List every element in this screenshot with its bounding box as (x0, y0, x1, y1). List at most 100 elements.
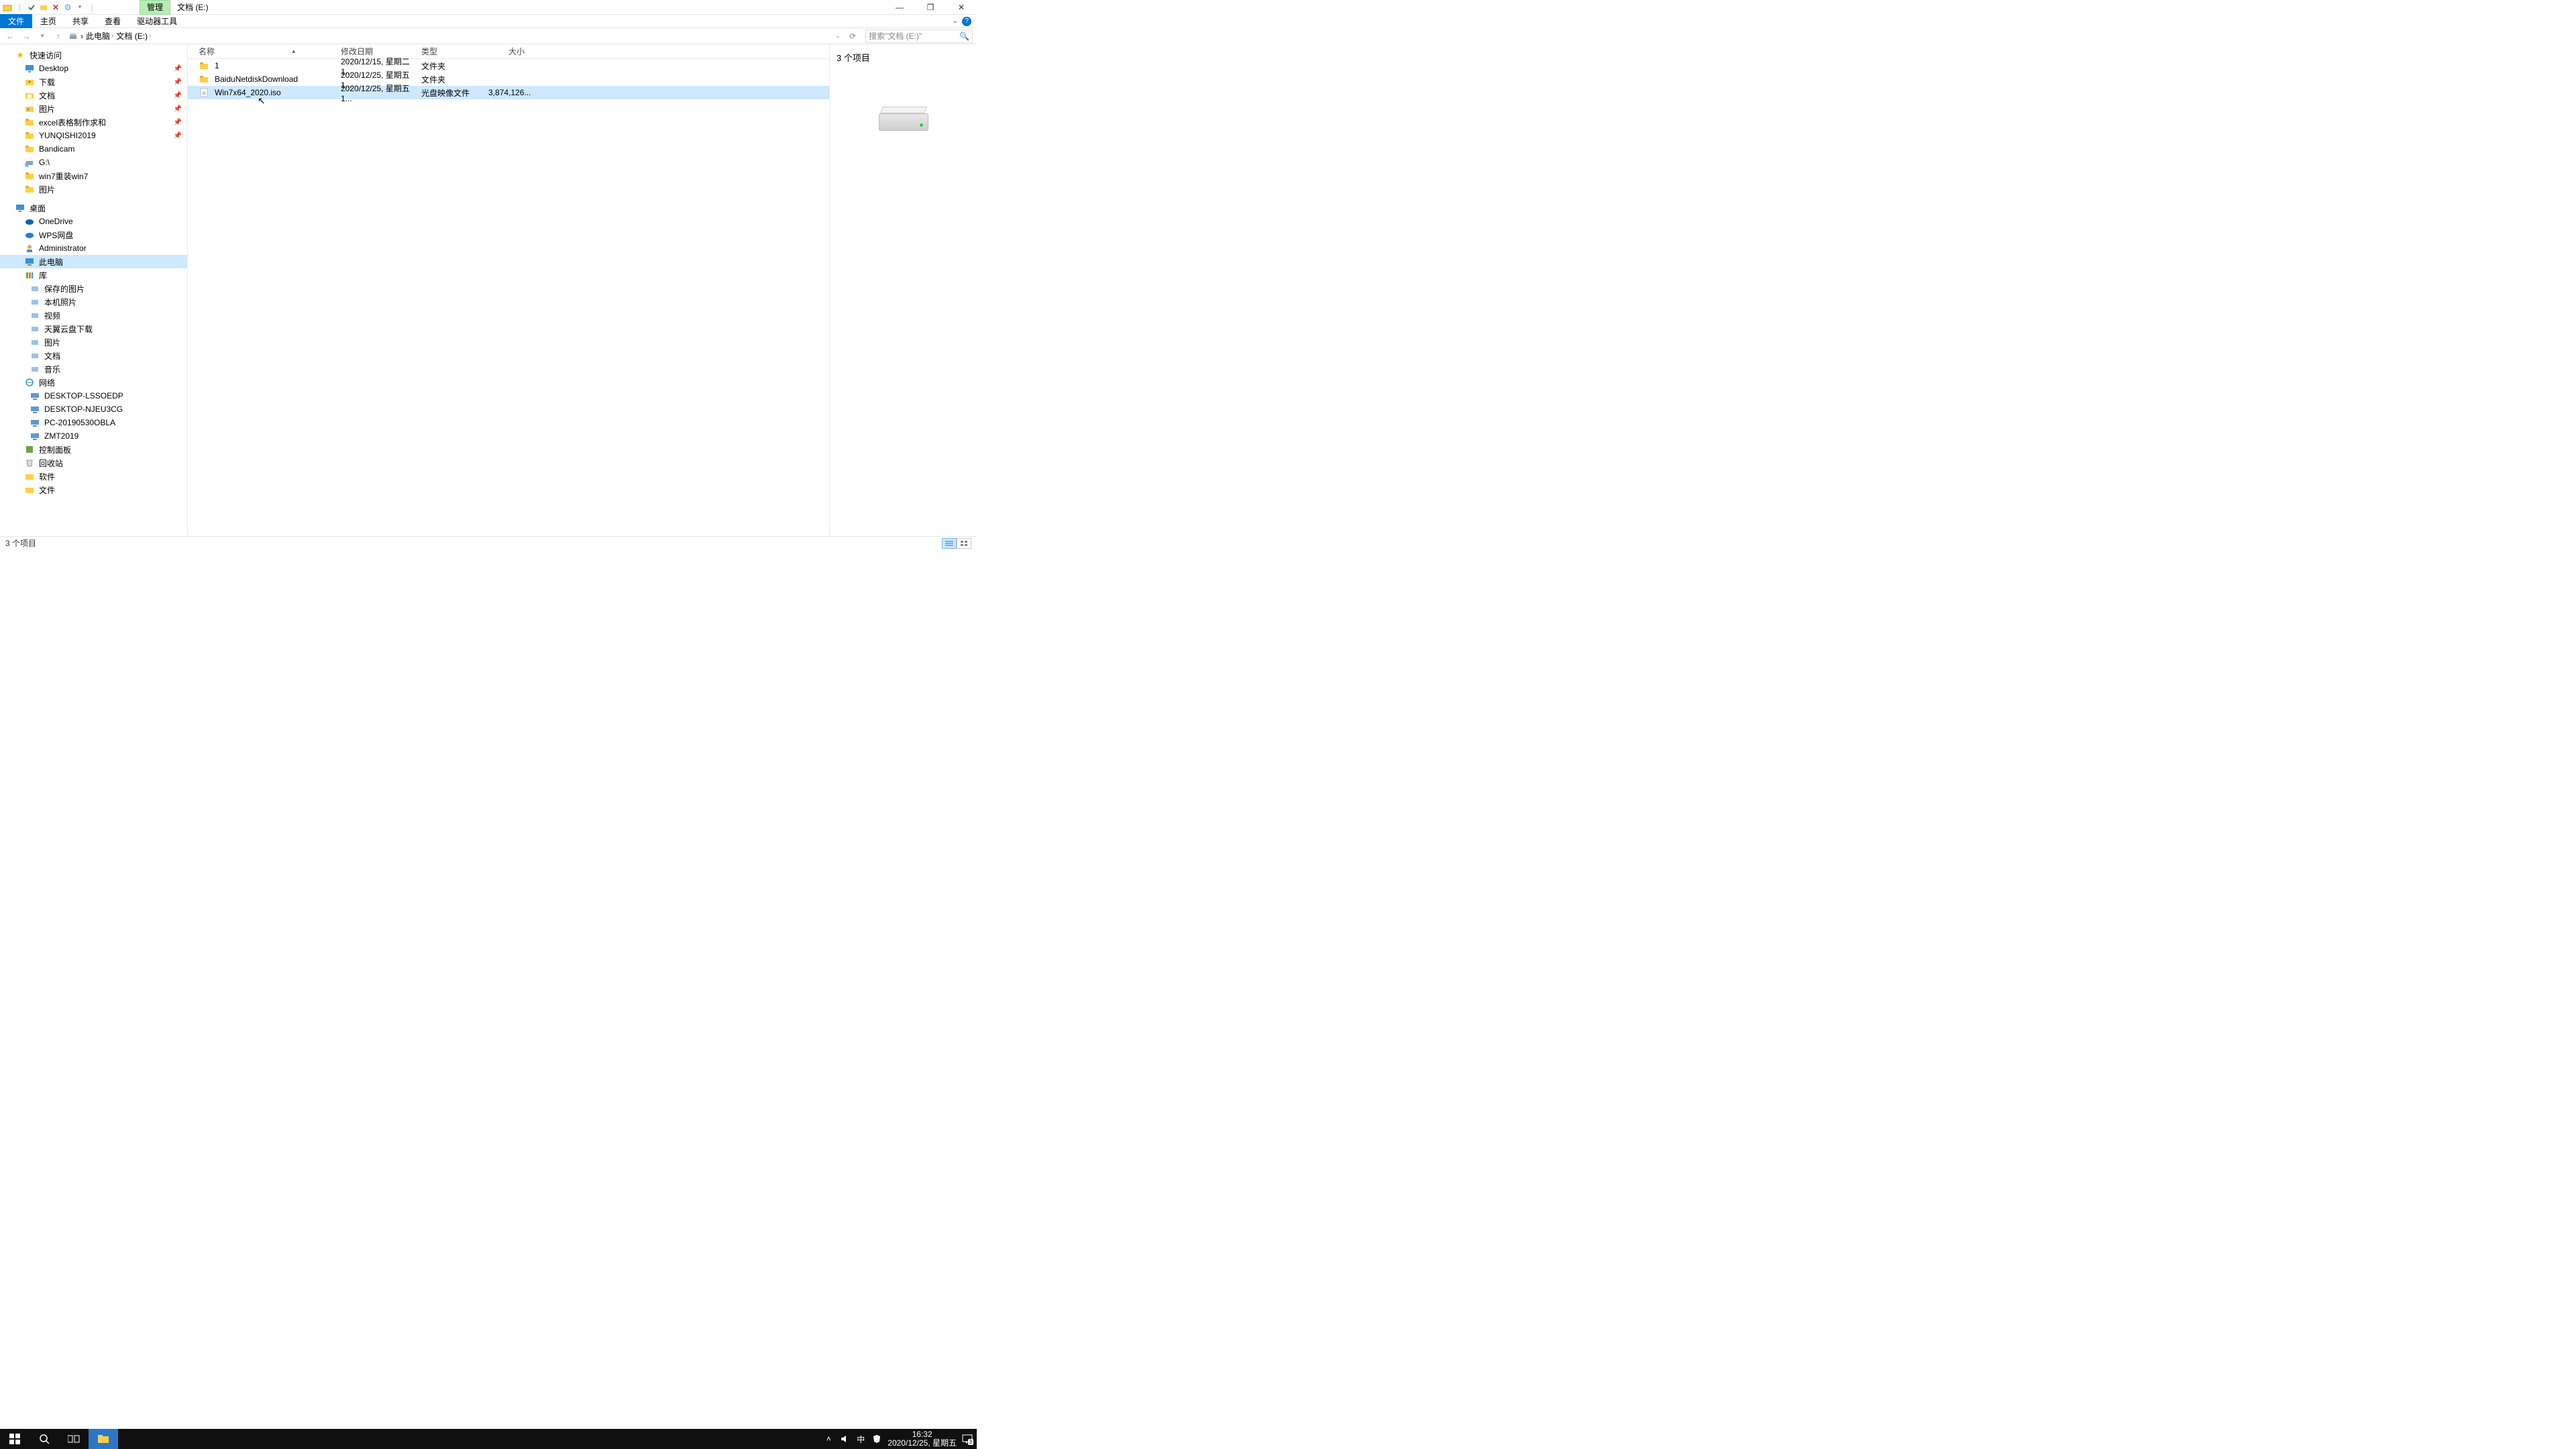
breadcrumb-root-icon[interactable] (68, 32, 78, 41)
volume-icon[interactable] (839, 1434, 850, 1444)
refresh-button[interactable]: ⟳ (847, 30, 859, 42)
view-large-icons-button[interactable] (957, 538, 971, 549)
qat-dropdown-icon[interactable]: ▾ (75, 3, 85, 12)
tree-library-item[interactable]: 音乐 (0, 362, 187, 376)
tree-pinned-item[interactable]: 图片 📌 (0, 102, 187, 115)
file-list[interactable]: 名称▴ 修改日期 类型 大小 1 2020/12/15, 星期二 1... 文件… (188, 44, 829, 536)
tree-item-user[interactable]: Administrator (0, 241, 187, 255)
tree-library-item[interactable]: 文档 (0, 349, 187, 362)
ribbon-collapse-icon[interactable]: ⌄ (953, 17, 958, 25)
tree-library-item[interactable]: 本机照片 (0, 295, 187, 309)
tree-folder[interactable]: 软件 (0, 470, 187, 483)
tree-library-item[interactable]: 图片 (0, 335, 187, 349)
task-view-button[interactable] (59, 1429, 89, 1449)
tree-recycle-bin[interactable]: 回收站 (0, 456, 187, 470)
view-details-button[interactable] (942, 538, 957, 549)
tree-network-pc[interactable]: PC-20190530OBLA (0, 416, 187, 429)
search-icon[interactable]: 🔍 (959, 32, 969, 41)
tree-pinned-item[interactable]: YUNQISHI2019 📌 (0, 129, 187, 142)
maximize-button[interactable]: ❐ (915, 0, 946, 15)
qat-folder-icon[interactable] (39, 3, 48, 12)
ribbon: 文件 主页 共享 查看 驱动器工具 ⌄ ? (0, 15, 977, 28)
help-icon[interactable]: ? (962, 17, 971, 26)
tree-label: YUNQISHI2019 (39, 131, 96, 140)
pin-icon: 📌 (174, 105, 182, 113)
qat-close-icon[interactable]: ✕ (51, 3, 60, 12)
qat-separator: | (15, 3, 24, 12)
nav-recent-dropdown[interactable]: ▾ (36, 30, 48, 42)
library-item-icon (30, 283, 40, 294)
tree-recent-item[interactable]: 图片 (0, 182, 187, 196)
tree-network[interactable]: 网络 (0, 376, 187, 389)
preview-item-count: 3 个项目 (837, 51, 870, 64)
tree-control-panel[interactable]: 控制面板 (0, 443, 187, 456)
nav-up-button[interactable]: ↑ (52, 30, 64, 42)
tree-pinned-item[interactable]: 文档 📌 (0, 89, 187, 102)
ribbon-tab-file[interactable]: 文件 (0, 14, 32, 28)
search-input[interactable]: 搜索"文档 (E:)" 🔍 (865, 30, 973, 43)
tree-label: 文件 (39, 484, 55, 496)
downloads-icon (24, 76, 35, 87)
close-button[interactable]: ✕ (946, 0, 977, 15)
pictures-icon (24, 103, 35, 114)
column-header-size[interactable]: 大小 (483, 46, 530, 57)
tree-network-pc[interactable]: ZMT2019 (0, 429, 187, 443)
tree-recent-item[interactable]: win7重装win7 (0, 169, 187, 182)
ribbon-tab-drivetools[interactable]: 驱动器工具 (129, 14, 185, 28)
tree-pinned-item[interactable]: excel表格制作求和 📌 (0, 115, 187, 129)
qat-settings-icon[interactable]: ⚙ (63, 3, 72, 12)
tree-folder[interactable]: 文件 (0, 483, 187, 496)
titlebar: | ✕ ⚙ ▾ | 管理 文档 (E:) — ❐ ✕ (0, 0, 977, 15)
address-history-dropdown[interactable]: ⌄ (832, 30, 844, 42)
breadcrumb-item[interactable]: 此电脑› (86, 30, 113, 42)
column-header-type[interactable]: 类型 (416, 46, 483, 57)
file-row[interactable]: Win7x64_2020.iso 2020/12/25, 星期五 1... 光盘… (188, 86, 829, 99)
search-button[interactable] (30, 1429, 59, 1449)
sort-asc-icon: ▴ (292, 48, 295, 55)
qat-check-icon[interactable] (27, 3, 36, 12)
tree-library-item[interactable]: 天翼云盘下载 (0, 322, 187, 335)
tree-network-pc[interactable]: DESKTOP-NJEU3CG (0, 402, 187, 416)
documents-icon (24, 90, 35, 101)
action-center-icon[interactable]: 3 (962, 1434, 973, 1444)
breadcrumb-sep-icon[interactable]: › (80, 32, 83, 41)
network-icon (24, 377, 35, 388)
breadcrumb-item[interactable]: 文档 (E:)› (116, 30, 151, 42)
nav-forward-button[interactable]: → (20, 30, 32, 42)
tree-label: 桌面 (30, 203, 46, 214)
tree-item-library[interactable]: 库 (0, 268, 187, 282)
tree-recent-item[interactable]: Bandicam (0, 142, 187, 156)
tree-item-wps[interactable]: WPS网盘 (0, 228, 187, 241)
start-button[interactable] (0, 1429, 30, 1449)
ime-icon[interactable]: 中 (855, 1434, 866, 1444)
navigation-pane[interactable]: ★ 快速访问 Desktop 📌 下载 📌 文档 📌 图片 📌 excel表格制… (0, 44, 188, 536)
tree-desktop[interactable]: 桌面 (0, 201, 187, 215)
ribbon-tab-home[interactable]: 主页 (32, 14, 64, 28)
tree-pinned-item[interactable]: Desktop 📌 (0, 62, 187, 75)
taskbar[interactable]: ˄ 中 16:32 2020/12/25, 星期五 3 (0, 1429, 977, 1449)
tree-pinned-item[interactable]: 下载 📌 (0, 75, 187, 89)
tray-overflow-icon[interactable]: ˄ (823, 1434, 834, 1444)
tree-library-item[interactable]: 保存的图片 (0, 282, 187, 295)
ribbon-tab-view[interactable]: 查看 (97, 14, 129, 28)
file-row[interactable]: 1 2020/12/15, 星期二 1... 文件夹 (188, 59, 829, 72)
security-icon[interactable] (871, 1434, 882, 1444)
tree-recent-item[interactable]: G:\ (0, 156, 187, 169)
tree-label: 快速访问 (30, 50, 62, 61)
tree-library-item[interactable]: 视频 (0, 309, 187, 322)
tree-label: 图片 (39, 103, 55, 115)
tree-item-thispc[interactable]: 此电脑 (0, 255, 187, 268)
clock[interactable]: 16:32 2020/12/25, 星期五 (888, 1430, 957, 1448)
taskbar-app-explorer[interactable] (89, 1429, 118, 1449)
nav-back-button[interactable]: ← (4, 30, 16, 42)
column-header-name[interactable]: 名称▴ (188, 46, 335, 57)
file-row[interactable]: BaiduNetdiskDownload 2020/12/25, 星期五 1..… (188, 72, 829, 86)
breadcrumb[interactable]: › 此电脑› 文档 (E:)› (68, 30, 828, 42)
tree-item-onedrive[interactable]: OneDrive (0, 215, 187, 228)
tree-quick-access[interactable]: ★ 快速访问 (0, 48, 187, 62)
ribbon-context-tab-manage[interactable]: 管理 (140, 0, 170, 15)
search-placeholder: 搜索"文档 (E:)" (869, 30, 922, 42)
ribbon-tab-share[interactable]: 共享 (64, 14, 97, 28)
tree-network-pc[interactable]: DESKTOP-LSSOEDP (0, 389, 187, 402)
minimize-button[interactable]: — (884, 0, 915, 15)
